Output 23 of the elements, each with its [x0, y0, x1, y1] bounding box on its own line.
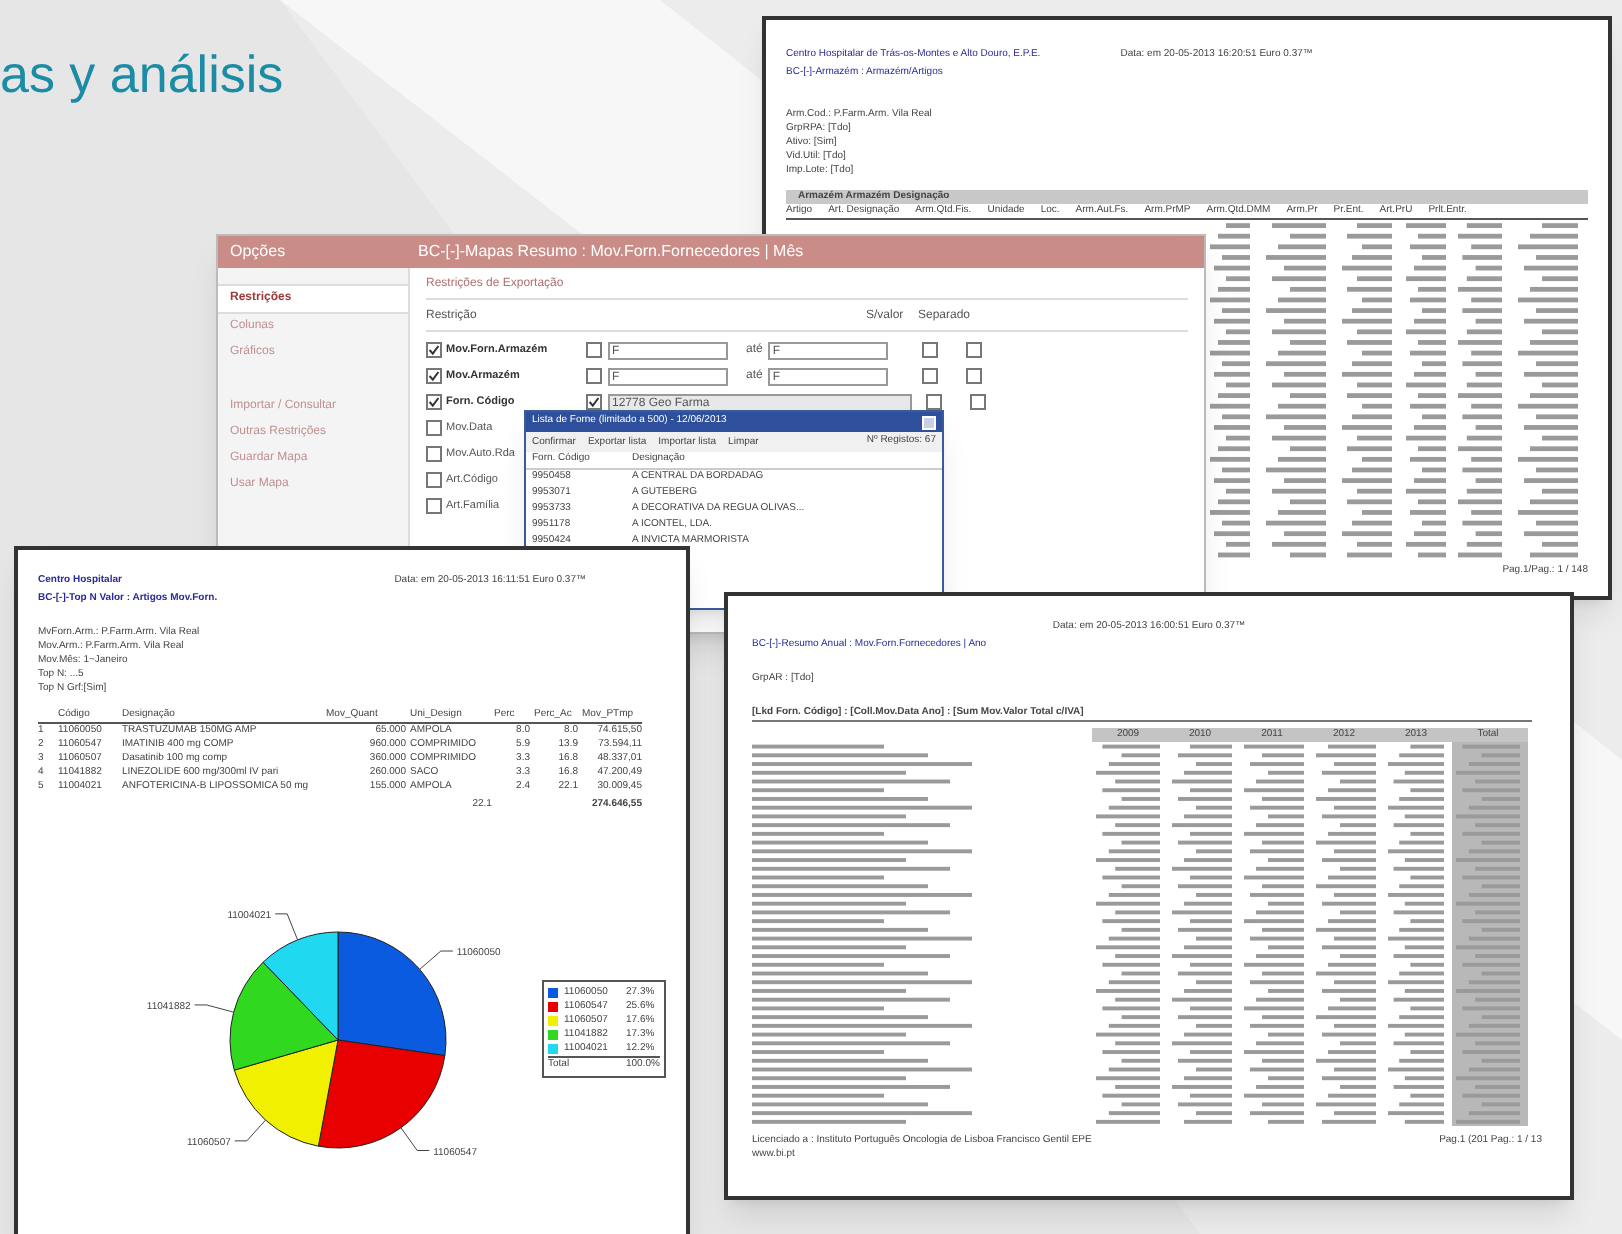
pie-slice [337, 931, 447, 1057]
checkbox[interactable] [586, 368, 602, 384]
headline: as y análisis [0, 42, 284, 108]
checkbox[interactable] [426, 498, 442, 514]
close-icon[interactable] [922, 415, 936, 429]
checkbox[interactable] [426, 394, 442, 410]
checkbox[interactable] [970, 394, 986, 410]
checkbox[interactable] [426, 368, 442, 384]
pie-slice [229, 961, 339, 1071]
checkbox[interactable] [426, 446, 442, 462]
checkbox[interactable] [966, 342, 983, 358]
checkbox[interactable] [926, 394, 942, 410]
checkbox[interactable] [426, 420, 442, 436]
checkbox[interactable] [426, 342, 442, 358]
checkbox[interactable] [922, 368, 939, 384]
checkbox[interactable] [922, 342, 939, 358]
checkbox[interactable] [586, 342, 602, 358]
checkbox[interactable] [966, 368, 983, 384]
panel-title: Opções [228, 240, 288, 264]
checkbox[interactable] [586, 394, 602, 410]
checkbox[interactable] [426, 472, 442, 488]
window-title: BC-[-]-Mapas Resumo : Mov.Forn.Fornecedores | Mês [418, 240, 804, 264]
pie-slice [233, 1039, 339, 1147]
